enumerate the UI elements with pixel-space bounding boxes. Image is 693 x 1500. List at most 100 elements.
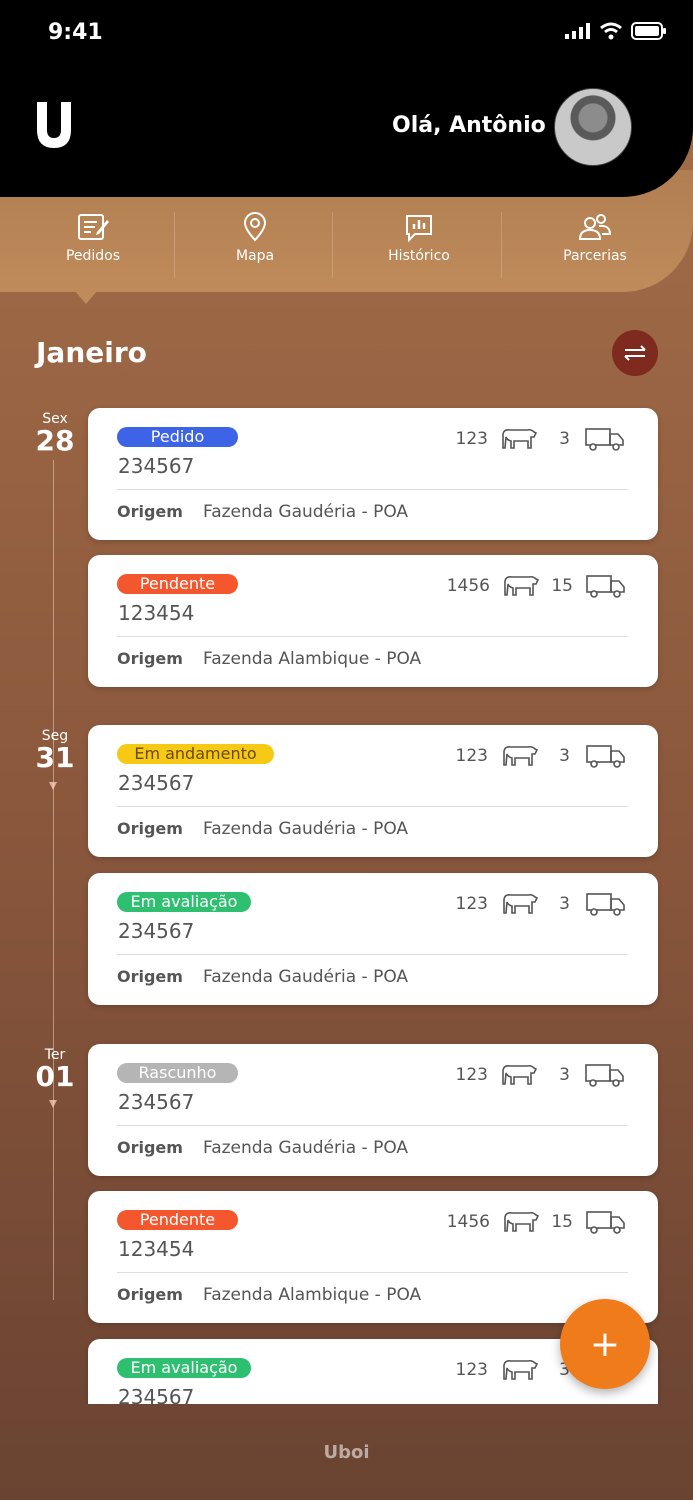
day-label: Sex 28 xyxy=(30,411,80,455)
truck-count: 3 xyxy=(559,894,570,914)
day-label: Ter 01 xyxy=(30,1047,80,1091)
order-id: 123454 xyxy=(118,1237,195,1261)
tab-historico[interactable]: Histórico xyxy=(368,212,470,278)
day-label: Seg 31 xyxy=(30,728,80,772)
card-divider xyxy=(117,806,628,807)
truck-icon xyxy=(585,1064,624,1087)
signal-icon xyxy=(565,23,590,39)
card-divider xyxy=(117,954,628,955)
tab-historico-label: Histórico xyxy=(388,248,450,264)
history-chart-icon xyxy=(406,215,432,242)
animal-count: 123 xyxy=(455,746,488,766)
truck-icon xyxy=(585,428,624,451)
cattle-icon xyxy=(503,893,539,914)
truck-icon xyxy=(586,745,625,768)
origin-label: Origem xyxy=(117,967,183,986)
timeline-marker xyxy=(49,782,57,790)
order-id: 123454 xyxy=(118,601,195,625)
order-card[interactable]: Pendente 123454 1456 15 Origem Fazenda A… xyxy=(88,1191,658,1323)
orders-icon xyxy=(78,214,109,240)
tab-separator xyxy=(501,212,502,278)
order-id: 234567 xyxy=(118,454,195,478)
tab-mapa[interactable]: Mapa xyxy=(205,212,305,278)
tab-parcerias[interactable]: Parcerias xyxy=(545,212,645,278)
truck-icon xyxy=(586,893,625,916)
status-badge: Em avaliação xyxy=(117,1358,251,1378)
app-header: 9:41 Olá, Antônio xyxy=(0,0,693,197)
status-time: 9:41 xyxy=(48,20,103,45)
truck-count: 3 xyxy=(559,746,570,766)
cattle-icon xyxy=(502,1064,538,1085)
order-card[interactable]: Pedido 234567 123 3 Origem Fazenda Gaudé… xyxy=(88,408,658,540)
origin-label: Origem xyxy=(117,502,183,521)
status-badge: Pedido xyxy=(117,427,238,447)
cattle-icon xyxy=(504,575,540,596)
truck-count: 15 xyxy=(551,1212,573,1232)
status-badge: Rascunho xyxy=(117,1063,238,1083)
cattle-icon xyxy=(502,428,538,449)
swap-arrows-icon xyxy=(624,345,646,361)
tab-pedidos[interactable]: Pedidos xyxy=(42,212,144,278)
cattle-icon xyxy=(503,745,539,766)
animal-count: 123 xyxy=(455,894,488,914)
cattle-icon xyxy=(504,1211,540,1232)
greeting: Olá, Antônio xyxy=(392,113,546,138)
order-id: 234567 xyxy=(118,771,195,795)
active-tab-pointer xyxy=(74,290,98,304)
animal-count: 123 xyxy=(455,429,488,449)
order-card[interactable]: Rascunho 234567 123 3 Origem Fazenda Gau… xyxy=(88,1044,658,1176)
card-divider xyxy=(117,1125,628,1126)
order-card[interactable]: Em avaliação 234567 123 3 Origem Fazenda… xyxy=(88,873,658,1005)
status-badge: Em avaliação xyxy=(117,892,251,912)
origin-label: Origem xyxy=(117,1285,183,1304)
map-pin-icon xyxy=(243,212,267,242)
card-divider xyxy=(117,489,628,490)
partners-icon xyxy=(578,214,612,240)
avatar[interactable] xyxy=(554,88,632,166)
origin-value: Fazenda Alambique - POA xyxy=(203,1285,422,1305)
timeline-marker xyxy=(49,1100,57,1108)
uboi-logo-icon xyxy=(37,102,71,148)
status-badge: Pendente xyxy=(117,1210,238,1230)
animal-count: 1456 xyxy=(446,1212,490,1232)
order-id: 234567 xyxy=(118,1385,195,1404)
tab-separator xyxy=(332,212,333,278)
origin-value: Fazenda Gaudéria - POA xyxy=(203,1138,409,1158)
tab-separator xyxy=(174,212,175,278)
month-title: Janeiro xyxy=(36,336,147,369)
day-number: 28 xyxy=(35,424,75,457)
wifi-icon xyxy=(600,22,622,40)
card-divider xyxy=(117,1272,628,1273)
order-card[interactable]: Em andamento 234567 123 3 Origem Fazenda… xyxy=(88,725,658,857)
origin-value: Fazenda Gaudéria - POA xyxy=(203,502,409,522)
card-divider xyxy=(117,636,628,637)
origin-value: Fazenda Alambique - POA xyxy=(203,649,422,669)
truck-icon xyxy=(586,575,625,598)
status-badge: Pendente xyxy=(117,574,238,594)
status-icons xyxy=(565,22,667,40)
origin-label: Origem xyxy=(117,649,183,668)
footer-brand: Uboi xyxy=(323,1442,370,1463)
truck-count: 3 xyxy=(559,429,570,449)
swap-order-button[interactable] xyxy=(612,330,658,376)
order-card[interactable]: Pendente 123454 1456 15 Origem Fazenda A… xyxy=(88,555,658,687)
origin-value: Fazenda Gaudéria - POA xyxy=(203,819,409,839)
truck-icon xyxy=(586,1211,625,1234)
order-id: 234567 xyxy=(118,1090,195,1114)
truck-count: 3 xyxy=(559,1065,570,1085)
battery-icon xyxy=(631,22,666,40)
animal-count: 123 xyxy=(455,1360,488,1380)
order-id: 234567 xyxy=(118,919,195,943)
origin-value: Fazenda Gaudéria - POA xyxy=(203,967,409,987)
animal-count: 123 xyxy=(455,1065,488,1085)
truck-count: 15 xyxy=(551,576,573,596)
tab-parcerias-label: Parcerias xyxy=(563,248,627,264)
tab-pedidos-label: Pedidos xyxy=(65,248,121,264)
orders-list[interactable]: Sex 28 Seg 31 Ter 01 Pedido 234567 123 3… xyxy=(0,400,693,1404)
cattle-icon xyxy=(503,1359,539,1380)
origin-label: Origem xyxy=(117,819,183,838)
add-order-button[interactable]: + xyxy=(560,1299,650,1389)
day-number: 31 xyxy=(35,741,75,774)
day-number: 01 xyxy=(35,1060,75,1093)
animal-count: 1456 xyxy=(446,576,490,596)
